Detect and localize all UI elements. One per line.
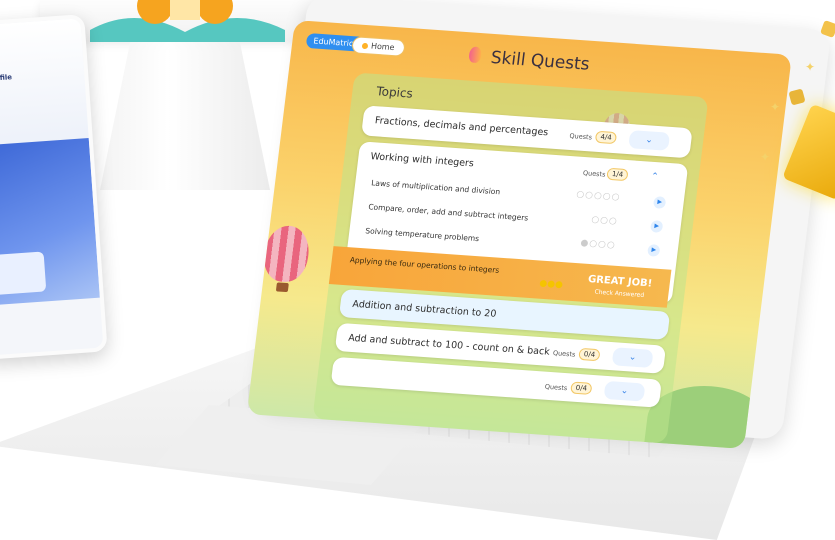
home-button[interactable]: Home: [351, 36, 406, 57]
laptop-screen: EduMatrics Home Skill Quests Topics Frac…: [246, 20, 792, 449]
tablet-device: My Profile: [0, 14, 108, 360]
sparkle-icon: ✦: [760, 150, 771, 164]
sparkle-icon: ✦: [805, 60, 816, 74]
quests-count: 0/4: [578, 347, 601, 362]
topics-heading: Topics: [375, 84, 414, 101]
chevron-up-icon[interactable]: ⌃: [642, 167, 668, 187]
home-icon: [361, 42, 369, 49]
great-job-label: GREAT JOB!: [587, 274, 653, 290]
balloon-basket: [275, 282, 289, 293]
sparkle-icon: ✦: [770, 100, 781, 114]
background-monitor-stand: [100, 40, 270, 190]
quests-count: 4/4: [594, 130, 618, 145]
chevron-down-icon[interactable]: ⌄: [603, 380, 646, 402]
subtopic-title: Compare, order, add and subtract integer…: [367, 202, 529, 223]
play-icon[interactable]: ▶: [647, 244, 661, 257]
topic-title: Fractions, decimals and percentages: [374, 115, 549, 139]
progress-circles: ○○○: [590, 214, 619, 227]
quests-count: 1/4: [606, 167, 629, 182]
page-title: Skill Quests: [489, 47, 591, 75]
play-icon[interactable]: ▶: [652, 196, 667, 209]
hot-air-balloon-illustration: [261, 224, 312, 284]
progress-circles: ○○○○○: [575, 189, 621, 203]
coin-icons: ●●●: [538, 278, 564, 291]
home-label: Home: [370, 41, 396, 53]
chevron-down-icon[interactable]: ⌄: [611, 347, 654, 368]
quests-label: Quests: [582, 169, 606, 179]
mascot-book-illustration: [90, 0, 285, 42]
chevron-down-icon[interactable]: ⌄: [628, 130, 671, 151]
banner-subtitle: Check Answered: [594, 288, 645, 300]
quests-label: Quests: [569, 131, 593, 142]
balloon-icon: [468, 46, 483, 64]
subtopic-title: Applying the four operations to integers: [349, 255, 500, 275]
subtopic-title: Laws of multiplication and division: [370, 178, 501, 197]
quests-label: Quests: [544, 382, 568, 393]
topic-title: Addition and subtraction to 20: [351, 298, 497, 320]
tablet-card: [0, 251, 47, 296]
play-icon[interactable]: ▶: [649, 220, 664, 233]
subtopic-title: Solving temperature problems: [364, 226, 480, 244]
topic-title: Working with integers: [369, 151, 475, 170]
quests-label: Quests: [552, 349, 576, 359]
quests-count: 0/4: [570, 381, 593, 395]
progress-circles: ●○○○: [579, 238, 617, 251]
